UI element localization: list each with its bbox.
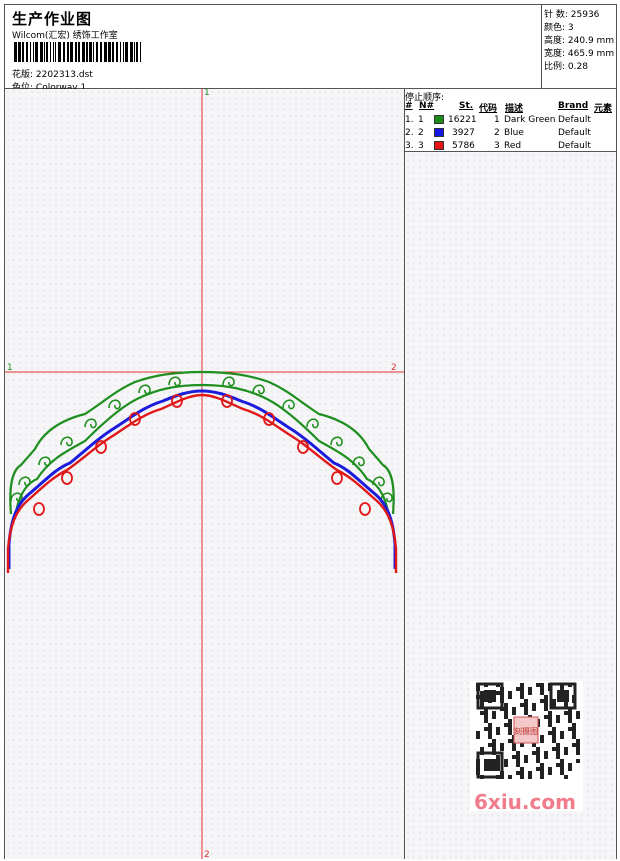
design-label: 花版: xyxy=(12,70,34,80)
color-swatch xyxy=(434,141,444,150)
stat-scale: 比例: 0.28 xyxy=(544,62,588,72)
header: 生产作业图 Wilcom(汇宏) 绣饰工作室 花版: 2202313.dst 色… xyxy=(5,5,616,93)
stat-stitches: 针 数: 25936 xyxy=(544,10,600,20)
embroidery-preview: 1 1 2 2 xyxy=(5,89,404,859)
col-code: 代码 xyxy=(479,104,498,114)
stat-width: 宽度: 465.9 mm xyxy=(544,49,615,59)
stat-height: 高度: 240.9 mm xyxy=(544,36,615,46)
axis-label-left: 1 xyxy=(7,363,13,373)
axis-label-top: 1 xyxy=(204,89,210,98)
stat-colors: 颜色: 3 xyxy=(544,23,574,33)
qr-code: 刻摄图 xyxy=(476,682,580,779)
col-needle: N# xyxy=(419,101,435,111)
color-swatch xyxy=(434,128,444,137)
axis-label-right: 2 xyxy=(391,363,397,373)
design-value: 2202313.dst xyxy=(35,70,93,80)
design-file-row: 花版: 2202313.dst xyxy=(12,67,93,80)
color-swatch xyxy=(434,115,444,124)
design-canvas: 1 1 2 2 xyxy=(5,89,404,859)
watermark-site: 6xiu.com xyxy=(474,790,576,814)
col-stitches: St. xyxy=(459,101,474,111)
col-description: 描述 xyxy=(505,104,524,114)
col-brand: Brand xyxy=(558,101,589,111)
header-divider xyxy=(541,5,542,88)
table-row: 1. 1 16221 1 Dark Green Default xyxy=(405,115,591,125)
axis-label-bottom: 2 xyxy=(204,850,210,859)
col-element: 元素 xyxy=(594,104,613,114)
stamp-text: 刻摄图 xyxy=(514,726,538,736)
company-name: Wilcom(汇宏) 绣饰工作室 xyxy=(12,31,118,41)
col-index: # xyxy=(405,101,413,111)
table-row: 2. 2 3927 2 Blue Default xyxy=(405,128,591,138)
page-title: 生产作业图 xyxy=(12,10,93,28)
barcode xyxy=(14,42,141,62)
